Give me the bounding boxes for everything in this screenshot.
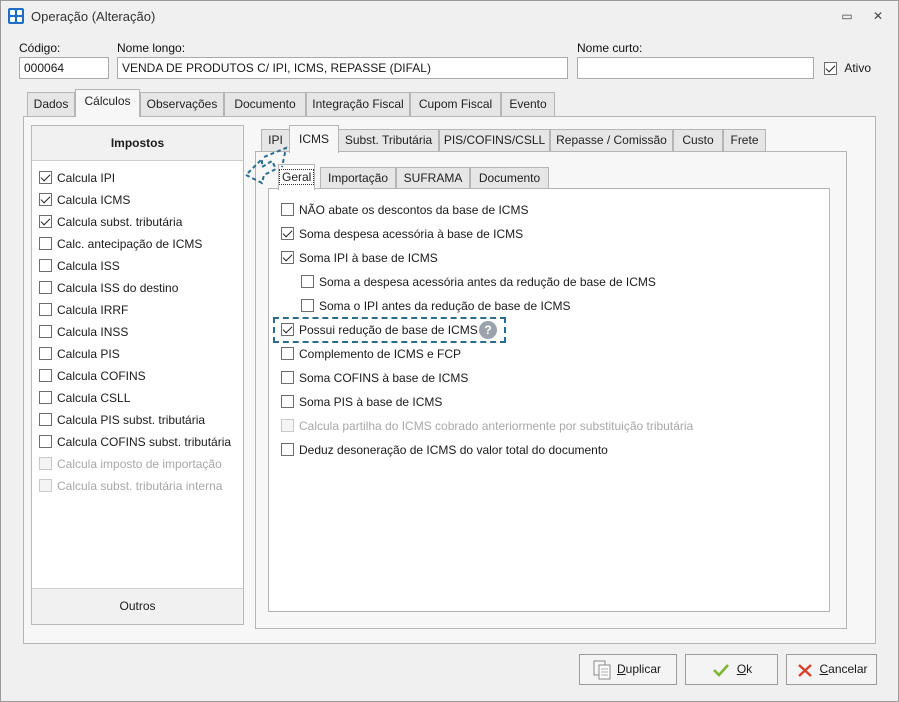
checkbox[interactable]	[39, 303, 52, 317]
codigo-label: Código:	[19, 41, 61, 55]
tab-integracao-fiscal[interactable]: Integração Fiscal	[306, 92, 410, 116]
checkbox[interactable]	[39, 391, 52, 405]
option-soma-ipi[interactable]: Soma IPI à base de ICMS	[281, 248, 438, 268]
checkbox[interactable]	[39, 171, 52, 185]
nome-curto-field[interactable]	[577, 57, 814, 79]
tab-subst-tributaria[interactable]: Subst. Tributária	[338, 129, 439, 152]
tab-evento[interactable]: Evento	[501, 92, 555, 116]
tab-icms[interactable]: ICMS	[289, 125, 339, 153]
tab-cupom-fiscal[interactable]: Cupom Fiscal	[410, 92, 501, 116]
tab-frete[interactable]: Frete	[723, 129, 766, 152]
tab-suframa[interactable]: SUFRAMA	[396, 167, 470, 189]
ativo-checkbox[interactable]	[824, 62, 837, 76]
checkbox[interactable]	[301, 299, 314, 313]
imposto-calcula-st-interna: Calcula subst. tributária interna	[39, 476, 222, 496]
imposto-calcula-iss-destino[interactable]: Calcula ISS do destino	[39, 278, 178, 298]
checkbox[interactable]	[281, 203, 294, 217]
checkbox[interactable]	[281, 251, 294, 265]
check-icon	[713, 664, 729, 677]
tab-repasse-comissao[interactable]: Repasse / Comissão	[550, 129, 673, 152]
help-icon[interactable]: ?	[479, 321, 497, 339]
checkbox[interactable]	[39, 193, 52, 207]
hint-arrow-icon	[244, 146, 288, 185]
imposto-calcula-csll[interactable]: Calcula CSLL	[39, 388, 130, 408]
checkbox[interactable]	[39, 369, 52, 383]
option-calcula-partilha: Calcula partilha do ICMS cobrado anterio…	[281, 416, 693, 436]
nome-curto-label: Nome curto:	[577, 41, 643, 55]
option-possui-reducao-base[interactable]: Possui redução de base de ICMS	[281, 320, 478, 340]
checkbox[interactable]	[39, 259, 52, 273]
imposto-calcula-inss[interactable]: Calcula INSS	[39, 322, 128, 342]
checkbox	[39, 457, 52, 471]
close-icon[interactable]: ✕	[867, 6, 889, 26]
imposto-calcula-pis[interactable]: Calcula PIS	[39, 344, 120, 364]
imposto-calcula-importacao: Calcula imposto de importação	[39, 454, 222, 474]
checkbox[interactable]	[301, 275, 314, 289]
impostos-header: Impostos	[32, 126, 243, 161]
ativo-label: Ativo	[844, 61, 872, 75]
checkbox	[281, 419, 294, 433]
option-soma-cofins[interactable]: Soma COFINS à base de ICMS	[281, 368, 468, 388]
outros-section[interactable]: Outros	[32, 588, 243, 624]
checkbox[interactable]	[281, 227, 294, 241]
nome-longo-label: Nome longo:	[117, 41, 186, 55]
restore-icon[interactable]: ▭	[836, 6, 858, 26]
checkbox[interactable]	[39, 347, 52, 361]
checkbox[interactable]	[281, 323, 294, 337]
cancelar-button[interactable]: Cancelar	[786, 654, 877, 685]
imposto-calcula-cofins[interactable]: Calcula COFINS	[39, 366, 146, 386]
window-title: Operação (Alteração)	[31, 9, 156, 24]
tab-observacoes[interactable]: Observações	[140, 92, 224, 116]
checkbox[interactable]	[281, 371, 294, 385]
imposto-calcula-subst-tributaria[interactable]: Calcula subst. tributária	[39, 212, 182, 232]
option-deduz-desoneracao[interactable]: Deduz desoneração de ICMS do valor total…	[281, 440, 608, 460]
checkbox[interactable]	[281, 347, 294, 361]
checkbox	[39, 479, 52, 493]
option-complemento-icms-fcp[interactable]: Complemento de ICMS e FCP	[281, 344, 461, 364]
ativo-checkbox-row[interactable]: Ativo	[824, 61, 871, 77]
tab-calculos[interactable]: Cálculos	[75, 89, 140, 117]
checkbox[interactable]	[281, 443, 294, 457]
imposto-calcula-icms[interactable]: Calcula ICMS	[39, 190, 130, 210]
tab-documento-icms[interactable]: Documento	[470, 167, 549, 189]
imposto-calcula-irrf[interactable]: Calcula IRRF	[39, 300, 128, 320]
tab-custo[interactable]: Custo	[673, 129, 723, 152]
checkbox[interactable]	[39, 435, 52, 449]
imposto-calc-antecipacao-icms[interactable]: Calc. antecipação de ICMS	[39, 234, 202, 254]
app-icon	[8, 8, 24, 24]
option-soma-despesa-antes-reducao[interactable]: Soma a despesa acessória antes da reduçã…	[301, 272, 656, 292]
tab-dados[interactable]: Dados	[27, 92, 75, 116]
ok-button[interactable]: Ok	[685, 654, 778, 685]
option-soma-pis[interactable]: Soma PIS à base de ICMS	[281, 392, 442, 412]
imposto-calcula-ipi[interactable]: Calcula IPI	[39, 168, 115, 188]
checkbox[interactable]	[39, 413, 52, 427]
tab-documento[interactable]: Documento	[224, 92, 306, 116]
imposto-calcula-cofins-st[interactable]: Calcula COFINS subst. tributária	[39, 432, 231, 452]
checkbox[interactable]	[39, 237, 52, 251]
option-soma-ipi-antes-reducao[interactable]: Soma o IPI antes da redução de base de I…	[301, 296, 570, 316]
imposto-calcula-iss[interactable]: Calcula ISS	[39, 256, 120, 276]
duplicate-icon	[593, 660, 611, 680]
cancel-x-icon	[798, 664, 812, 677]
checkbox[interactable]	[281, 395, 294, 409]
tab-pis-cofins-csll[interactable]: PIS/COFINS/CSLL	[439, 129, 550, 152]
checkbox[interactable]	[39, 325, 52, 339]
checkbox[interactable]	[39, 215, 52, 229]
codigo-field[interactable]: 000064	[19, 57, 109, 79]
checkbox[interactable]	[39, 281, 52, 295]
imposto-calcula-pis-st[interactable]: Calcula PIS subst. tributária	[39, 410, 205, 430]
nome-longo-field[interactable]: VENDA DE PRODUTOS C/ IPI, ICMS, REPASSE …	[117, 57, 568, 79]
option-soma-despesa-acessoria[interactable]: Soma despesa acessória à base de ICMS	[281, 224, 523, 244]
option-nao-abate-descontos[interactable]: NÃO abate os descontos da base de ICMS	[281, 200, 528, 220]
tab-importacao[interactable]: Importação	[320, 167, 396, 189]
duplicar-button[interactable]: Duplicar	[579, 654, 677, 685]
